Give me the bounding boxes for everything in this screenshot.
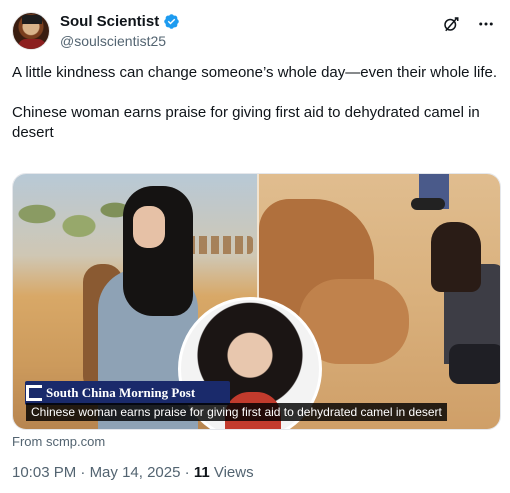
author-name-row: Soul Scientist [60, 13, 180, 30]
verified-badge-icon [164, 14, 179, 29]
tweet-header: Soul Scientist @soulscientist25 [12, 12, 498, 52]
tweet-paragraph: A little kindness can change someone’s w… [12, 64, 498, 81]
avatar-coat [18, 39, 46, 49]
tweet-text: A little kindness can change someone’s w… [12, 63, 498, 143]
link-card-caption: Chinese woman earns praise for giving fi… [26, 403, 447, 421]
publisher-logo: South China Morning Post [26, 385, 195, 401]
meta-separator: · [76, 464, 90, 481]
avatar[interactable] [12, 12, 50, 50]
link-card-image[interactable]: South China Morning Post Chinese woman e… [12, 173, 501, 430]
tweet-date[interactable]: May 14, 2025 [90, 464, 181, 481]
views-count[interactable]: 11 [194, 464, 210, 481]
scmp-logo-icon [26, 385, 42, 401]
publisher-logo-text: South China Morning Post [46, 385, 196, 400]
tweet-meta: 10:03 PM · May 14, 2025 · 11 Views [12, 464, 254, 481]
more-options-icon[interactable] [476, 15, 496, 33]
avatar-hat [22, 15, 42, 24]
views-label: Views [209, 464, 254, 481]
tweet-paragraph: Chinese woman earns praise for giving fi… [12, 104, 480, 141]
author-handle[interactable]: @soulscientist25 [60, 33, 166, 49]
tweet-time[interactable]: 10:03 PM [12, 464, 76, 481]
grok-icon[interactable] [442, 15, 460, 33]
author-display-name[interactable]: Soul Scientist [60, 13, 159, 30]
meta-separator: · [180, 464, 194, 481]
link-source[interactable]: From scmp.com [12, 434, 105, 449]
